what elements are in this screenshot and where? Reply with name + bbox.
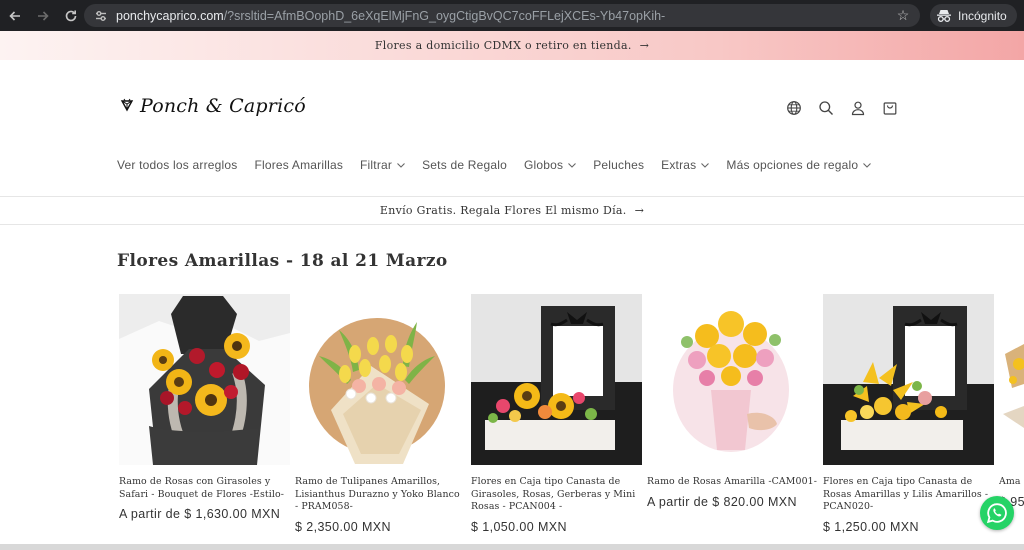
whatsapp-chat-button[interactable] — [980, 496, 1014, 530]
horizontal-scrollbar[interactable] — [0, 544, 1024, 550]
whatsapp-icon — [986, 503, 1007, 524]
product-name[interactable]: Flores en Caja tipo Canasta de Rosas Ama… — [823, 476, 994, 514]
menu-item-flores-amarillas[interactable]: Flores Amarillas — [254, 158, 343, 172]
globe-icon[interactable] — [784, 98, 804, 118]
product-name[interactable]: Flores en Caja tipo Canasta de Girasoles… — [471, 476, 642, 514]
menu-item-label: Filtrar — [360, 158, 393, 172]
menu-item-label: Peluches — [593, 158, 645, 172]
product-grid: Ramo de Rosas con Girasoles y Safari - B… — [119, 294, 1024, 550]
announcement-text: Flores a domicilio CDMX o retiro en tien… — [374, 39, 632, 52]
announcement-bar[interactable]: Flores a domicilio CDMX o retiro en tien… — [0, 31, 1024, 60]
product-card[interactable]: Ama $ 95 — [999, 294, 1024, 509]
diamond-ring-icon — [120, 98, 134, 112]
incognito-label: Incógnito — [958, 8, 1007, 23]
menu-item-label: Ver todos los arreglos — [117, 158, 238, 172]
product-card[interactable]: Ramo de Tulipanes Amarillos, Lisianthus … — [295, 294, 466, 534]
promo-divider — [0, 224, 1024, 225]
product-image[interactable] — [119, 294, 290, 465]
product-price: $ 1,250.00 MXN — [823, 519, 919, 534]
site-logo[interactable]: Ponch & Capricó — [118, 95, 306, 117]
chevron-down-icon — [701, 160, 710, 170]
site-settings-icon[interactable] — [90, 5, 112, 27]
menu-item-extras[interactable]: Extras — [661, 158, 710, 172]
menu-item-filtrar[interactable]: Filtrar — [360, 158, 405, 172]
chevron-down-icon — [397, 160, 405, 170]
menu-item-ver-todos[interactable]: Ver todos los arreglos — [117, 158, 237, 172]
reload-icon[interactable] — [58, 3, 84, 29]
url-path: /?srsltid=AfmBOophD_6eXqElMjFnG_oygCtigB… — [223, 8, 666, 23]
product-image[interactable] — [647, 294, 818, 465]
chevron-down-icon — [863, 160, 872, 170]
back-arrow-icon[interactable] — [2, 3, 28, 29]
arrow-right-icon: → — [634, 204, 645, 217]
menu-item-label: Extras — [661, 158, 697, 172]
incognito-badge[interactable]: Incógnito — [930, 4, 1017, 27]
product-name[interactable]: Ama — [999, 476, 1024, 489]
url-host: ponchycaprico.com — [116, 8, 224, 23]
account-icon[interactable] — [848, 98, 868, 118]
menu-item-mas-opciones[interactable]: Más opciones de regalo — [726, 158, 872, 172]
product-price: $ 1,050.00 MXN — [471, 519, 567, 534]
main-menu: Ver todos los arreglos Flores Amarillas … — [117, 158, 872, 172]
product-price: A partir de $ 1,630.00 MXN — [119, 507, 281, 521]
menu-item-peluches[interactable]: Peluches — [593, 158, 644, 172]
logo-text: Ponch & Capricó — [140, 95, 306, 117]
address-bar[interactable]: ponchycaprico.com/?srsltid=AfmBOophD_6eX… — [84, 4, 920, 27]
product-price: $ 2,350.00 MXN — [295, 519, 391, 534]
product-name[interactable]: Ramo de Rosas Amarilla -CAM001- — [647, 476, 818, 489]
collection-title: Flores Amarillas - 18 al 21 Marzo — [117, 251, 448, 271]
promo-bar[interactable]: Envío Gratis. Regala Flores El mismo Día… — [0, 197, 1024, 224]
product-card[interactable]: Flores en Caja tipo Canasta de Rosas Ama… — [823, 294, 994, 534]
menu-item-label: Globos — [523, 158, 564, 172]
url-text: ponchycaprico.com/?srsltid=AfmBOophD_6eX… — [116, 9, 892, 23]
product-image[interactable] — [999, 294, 1024, 465]
header-actions — [784, 98, 900, 118]
menu-item-label: Más opciones de regalo — [726, 158, 859, 172]
product-price: A partir de $ 820.00 MXN — [647, 494, 797, 509]
forward-arrow-icon[interactable] — [30, 3, 56, 29]
product-card[interactable]: Ramo de Rosas con Girasoles y Safari - B… — [119, 294, 290, 521]
menu-item-sets-de-regalo[interactable]: Sets de Regalo — [422, 158, 507, 172]
product-card[interactable]: Flores en Caja tipo Canasta de Girasoles… — [471, 294, 642, 534]
product-card[interactable]: Ramo de Rosas Amarilla -CAM001- A partir… — [647, 294, 818, 509]
incognito-icon — [937, 9, 951, 22]
product-image[interactable] — [295, 294, 466, 465]
product-image[interactable] — [471, 294, 642, 465]
menu-item-label: Sets de Regalo — [422, 158, 507, 172]
cart-icon[interactable] — [880, 98, 900, 118]
chevron-down-icon — [568, 160, 577, 170]
bookmark-star-icon[interactable]: ☆ — [892, 7, 914, 24]
menu-item-globos[interactable]: Globos — [523, 158, 577, 172]
product-name[interactable]: Ramo de Tulipanes Amarillos, Lisianthus … — [295, 476, 466, 514]
promo-text: Envío Gratis. Regala Flores El mismo Día… — [379, 204, 627, 217]
arrow-right-icon: → — [639, 39, 650, 52]
menu-item-label: Flores Amarillas — [254, 158, 344, 172]
search-icon[interactable] — [816, 98, 836, 118]
product-name[interactable]: Ramo de Rosas con Girasoles y Safari - B… — [119, 476, 290, 501]
product-image[interactable] — [823, 294, 994, 465]
